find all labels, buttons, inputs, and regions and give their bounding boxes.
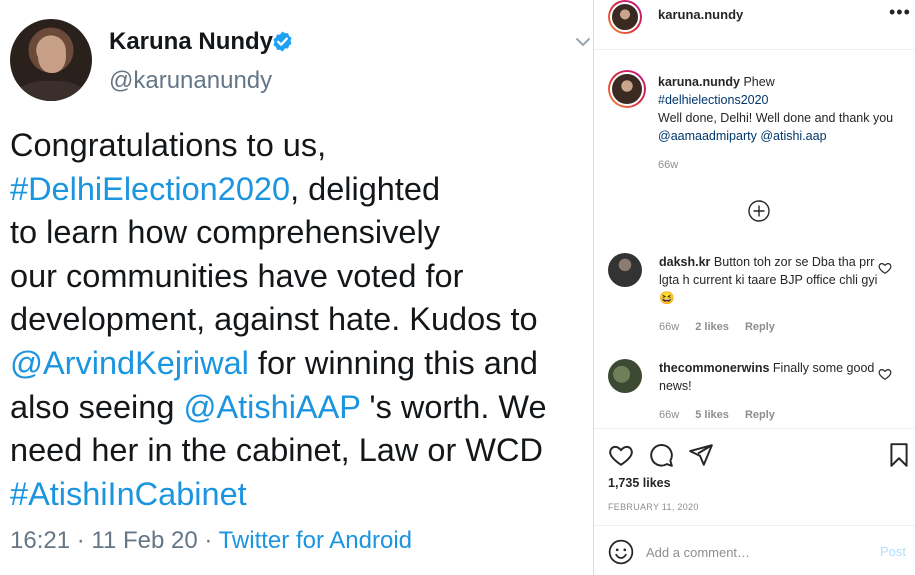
chevron-down-icon [576,38,590,47]
hashtag-link: #AtishiInCabinet [10,475,247,512]
commenter-username[interactable]: daksh.kr [659,255,710,269]
commenter-username[interactable]: thecommonerwins [659,361,769,375]
comment-meta: 66w 2 likes Reply [659,321,788,333]
hashtag-link: #DelhiElection2020 [10,170,291,207]
tweet-timestamp: 16:21 · 11 Feb 20 · Twitter for Android [10,527,413,554]
tweet-line: @ArvindKejriwal for winning this and [10,344,538,381]
tweet-line: Congratulations to us, [10,127,327,163]
comment-likes[interactable]: 2 likes [695,321,729,333]
tweet-line: to learn how comprehensively [10,214,440,251]
post-actions: 1,735 likes FEBRUARY 11, 2020 Post [594,428,915,575]
share-send-icon[interactable] [688,442,714,468]
mention-link[interactable]: @aamaadmiparty [658,129,757,143]
comment-text: thecommonerwins Finally some good news! [659,361,875,393]
comment-meta: 66w 5 likes Reply [659,409,788,421]
tweet-image: Karuna Nundy @karunanundy Congratulation… [0,0,593,575]
tweet-line: #DelhiElection2020, delighted [10,170,441,207]
verified-badge-icon [273,31,292,52]
emoji-icon[interactable] [608,539,634,565]
commenter-avatar[interactable] [608,359,642,393]
tweet-author-handle: @karunanundy [109,67,273,94]
add-comment-bar: Post [594,525,915,575]
instagram-panel: karuna.nundy ••• karuna.nundy Phew #delh… [593,0,915,575]
load-more-comments-icon[interactable] [747,199,771,223]
tweet-author-name: Karuna Nundy [109,28,274,55]
post-username[interactable]: karuna.nundy [658,7,743,22]
more-options-icon[interactable]: ••• [889,2,911,23]
tweet-line: development, against hate. Kudos to [10,301,538,338]
mention-link: @ArvindKejriwal [10,344,249,381]
post-header: karuna.nundy ••• [594,0,915,50]
heart-icon[interactable] [878,367,892,381]
caption-username[interactable]: karuna.nundy [658,75,740,89]
comment-timestamp: 66w [659,409,680,421]
tweet-line: our communities have voted for [10,257,464,294]
commenter-avatar[interactable] [608,253,642,287]
hashtag-link[interactable]: #delhielections2020 [658,93,769,107]
reply-button[interactable]: Reply [745,321,775,333]
comment-input[interactable] [646,540,866,564]
comment-timestamp: 66w [659,321,680,333]
heart-icon[interactable] [878,261,892,275]
tweet-line: also seeing @AtishiAAP 's worth. We [10,388,547,425]
mention-link: @AtishiAAP [183,388,361,425]
comment-likes[interactable]: 5 likes [695,409,729,421]
reply-button[interactable]: Reply [745,409,775,421]
caption-timestamp: 66w [658,159,679,171]
caption-avatar[interactable] [608,70,646,108]
mention-link[interactable]: @atishi.aap [760,129,826,143]
likes-count[interactable]: 1,735 likes [608,476,671,490]
caption-text: karuna.nundy Phew #delhielections2020 We… [658,75,894,143]
post-date: FEBRUARY 11, 2020 [608,502,699,512]
bookmark-icon[interactable] [886,442,912,468]
tweet-text: Congratulations to us, #DelhiElection202… [10,124,590,516]
profile-avatar[interactable] [608,0,642,34]
comment-text: daksh.kr Button toh zor se Dba tha prr l… [659,255,878,305]
tweet-source: Twitter for Android [218,527,413,554]
like-heart-icon[interactable] [608,442,634,468]
tweet-line: need her in the cabinet, Law or WCD [10,432,543,469]
tweet-line: #AtishiInCabinet [10,473,590,517]
comment-bubble-icon[interactable] [648,442,674,468]
tweet-avatar [10,19,92,101]
post-button[interactable]: Post [880,544,906,559]
